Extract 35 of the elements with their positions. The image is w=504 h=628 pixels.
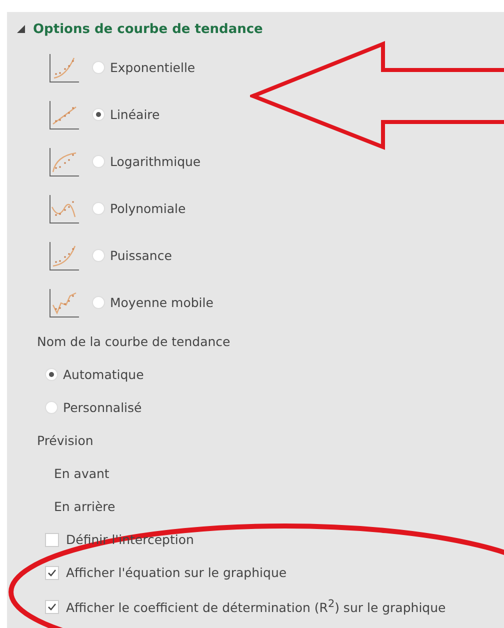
trendline-chart-icon — [48, 98, 80, 130]
radio-label[interactable]: Automatique — [63, 367, 144, 382]
trendline-chart-icon — [48, 286, 80, 318]
trendline-chart-icon — [48, 240, 80, 272]
trendline-chart-icon — [48, 192, 80, 224]
group-label: Prévision — [36, 433, 94, 448]
radio-button[interactable] — [45, 401, 58, 414]
checkbox[interactable] — [45, 532, 59, 546]
radio-label[interactable]: Moyenne mobile — [110, 295, 214, 310]
radio-label[interactable]: Puissance — [110, 248, 172, 263]
section-title[interactable]: Options de courbe de tendance — [33, 22, 263, 36]
radio-label[interactable]: Exponentielle — [110, 60, 196, 75]
radio-button[interactable] — [92, 61, 105, 74]
radio-button[interactable] — [92, 202, 105, 215]
radio-label[interactable]: Polynomiale — [110, 201, 186, 216]
radio-button[interactable] — [45, 368, 58, 381]
checkmark-icon — [47, 568, 57, 578]
checkbox[interactable] — [45, 566, 59, 580]
field-label: En avant — [53, 466, 110, 481]
checkbox[interactable] — [45, 600, 59, 614]
radio-button[interactable] — [92, 296, 105, 309]
group-label: Nom de la courbe de tendance — [36, 334, 232, 349]
checkbox-label[interactable]: Afficher l'équation sur le graphique — [66, 565, 287, 580]
field-label: En arrière — [53, 499, 116, 514]
checkbox-label[interactable]: Afficher le coefficient de détermination (R$^{2}$) sur le graphique — [66, 598, 446, 616]
trendline-chart-icon — [48, 146, 80, 178]
radio-button[interactable] — [92, 108, 105, 121]
checkmark-icon — [47, 602, 57, 612]
radio-button[interactable] — [92, 249, 105, 262]
radio-button[interactable] — [92, 155, 105, 168]
trendline-chart-icon — [48, 52, 80, 84]
collapse-caret-icon[interactable] — [17, 25, 25, 33]
radio-label[interactable]: Linéaire — [110, 107, 160, 122]
radio-label[interactable]: Logarithmique — [110, 154, 201, 169]
radio-label[interactable]: Personnalisé — [63, 400, 142, 415]
